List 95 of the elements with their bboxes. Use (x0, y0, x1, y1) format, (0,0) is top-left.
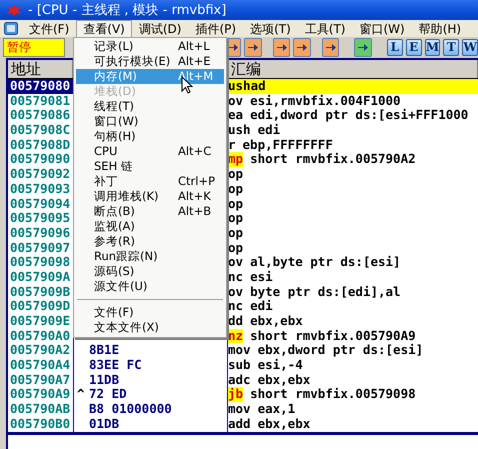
mnemonic: op (228, 182, 244, 196)
menu-item[interactable]: 选项(T) (243, 20, 298, 38)
arrow-icon (226, 42, 239, 53)
address-cell: 00579080 (8, 79, 73, 94)
operands: esi (250, 270, 273, 285)
mnemonic: ov (228, 94, 244, 108)
menu-option[interactable]: 可执行模块(E) Alt+E (76, 54, 224, 69)
operands: short rmvbfix.005790A9 (250, 328, 416, 344)
menu-option[interactable]: 参考(R) (76, 234, 224, 249)
mnemonic: mov (228, 402, 251, 417)
app-icon[interactable] (4, 22, 18, 35)
hex-cell: 11DB (89, 372, 120, 388)
mnemonic: ush (228, 123, 251, 138)
arrow-icon (296, 42, 308, 53)
menu-option[interactable]: CPU Alt+C (76, 144, 224, 159)
address-cell: 00579094 (8, 196, 73, 212)
menu-option[interactable]: 句柄(H) (76, 129, 224, 144)
status-indicator: 暂停 (3, 38, 65, 57)
menu-item[interactable]: 窗口(W) (352, 20, 412, 38)
mnemonic: op (228, 167, 244, 182)
menu-option[interactable]: 记录(L) Alt+L (76, 39, 224, 54)
menu-item[interactable]: 调试(D) (132, 20, 188, 38)
mnemonic: ea (228, 108, 244, 124)
menu-item[interactable]: 文件(F) (22, 20, 76, 38)
operands: byte ptr ds:[edi],al (250, 284, 401, 300)
arrow-icon (357, 42, 370, 53)
menu-option[interactable]: 源码(S) (76, 264, 224, 279)
toolbar-button[interactable]: L (387, 39, 403, 56)
menu-item[interactable]: 查看(V) (76, 20, 132, 38)
operands: eax,1 (258, 402, 296, 417)
mnemonic: r (228, 138, 236, 152)
mnemonic: ov (228, 255, 244, 270)
operands: esi,rmvbfix.004F1000 (250, 94, 401, 108)
arrow-icon (247, 42, 260, 53)
mnemonic: op (228, 196, 244, 212)
operands: edi (258, 123, 280, 138)
operands: edi (250, 299, 273, 314)
hex-cell: 8B1E (89, 343, 120, 358)
mnemonic: add (228, 416, 251, 432)
operands: ebx,ebx (250, 314, 303, 329)
menu-option[interactable]: SEH 链 (76, 159, 224, 174)
toolbar-button[interactable] (293, 38, 311, 57)
toolbar-button[interactable] (244, 38, 262, 57)
jump-mark: ^ (77, 387, 85, 402)
menu-option[interactable]: Run跟踪(N) (76, 249, 224, 264)
toolbar-button[interactable] (322, 38, 340, 57)
menu-option[interactable]: 源文件(U) (76, 279, 224, 294)
operands: ebx,dword ptr ds:[esi] (258, 343, 424, 358)
mnemonic: nc (228, 299, 244, 314)
menu-item[interactable]: 工具(T) (298, 20, 352, 38)
toolbar-button[interactable]: E (406, 39, 422, 56)
menu-item[interactable]: 插件(P) (188, 20, 244, 38)
mnemonic: op (228, 240, 244, 256)
mnemonic: dd (228, 314, 244, 329)
mnemonic: nc (228, 270, 244, 285)
address-cell: 0057908D (8, 138, 73, 152)
menu-option[interactable]: 文件(F) (76, 305, 224, 320)
toolbar-button[interactable]: W (462, 39, 478, 56)
menu-item[interactable]: 帮助(H) (412, 20, 468, 38)
hex-cell: B8 01000000 (89, 402, 172, 417)
mnemonic: sub (228, 358, 251, 373)
operands: short rmvbfix.00579098 (250, 387, 416, 402)
address-cell: 00579081 (8, 94, 73, 108)
toolbar-button[interactable]: T (443, 39, 460, 56)
operands: short rmvbfix.005790A2 (250, 152, 416, 168)
mnemonic: ov (228, 284, 244, 300)
toolbar-button[interactable] (272, 38, 290, 57)
mnemonic: adc (228, 372, 251, 388)
menu-option[interactable]: 补丁 Ctrl+P (76, 174, 224, 189)
hex-cell: 01DB (89, 416, 120, 432)
mnemonic: mov (228, 343, 251, 358)
menu-option[interactable]: 窗口(W) (76, 114, 224, 129)
mnemonic: ushad (228, 79, 266, 94)
operands: edi,dword ptr ds:[esi+FFF1000 (250, 108, 468, 124)
menu-option[interactable]: 调用堆栈(K) Alt+K (76, 189, 224, 204)
menu-option[interactable]: 监视(A) (76, 219, 224, 234)
operands: al,byte ptr ds:[esi] (250, 255, 401, 270)
menu-option[interactable]: 线程(T) (76, 99, 224, 114)
hex-cell: 72 ED (89, 387, 127, 402)
menu-option[interactable]: 断点(B) Alt+B (76, 204, 224, 219)
arrow-icon (324, 42, 337, 53)
operands: ebp,FFFFFFFF (242, 138, 333, 152)
mnemonic: op (228, 226, 244, 241)
operands: esi,-4 (258, 358, 303, 373)
address-cell: 0057909B (8, 284, 73, 300)
toolbar-button[interactable] (354, 38, 372, 57)
operands: ebx,ebx (258, 372, 310, 388)
mnemonic: op (228, 211, 244, 226)
menu-option[interactable]: 文本文件(X) (76, 320, 224, 335)
window-title: - [CPU - 主线程 , 模块 - rmvbfix] (28, 2, 226, 19)
toolbar-button[interactable]: M (424, 39, 440, 56)
mnemonic: jb (228, 387, 244, 402)
operands: ebx,ebx (258, 416, 310, 432)
hex-cell: 83EE FC (89, 358, 142, 373)
arrow-icon (276, 42, 288, 53)
